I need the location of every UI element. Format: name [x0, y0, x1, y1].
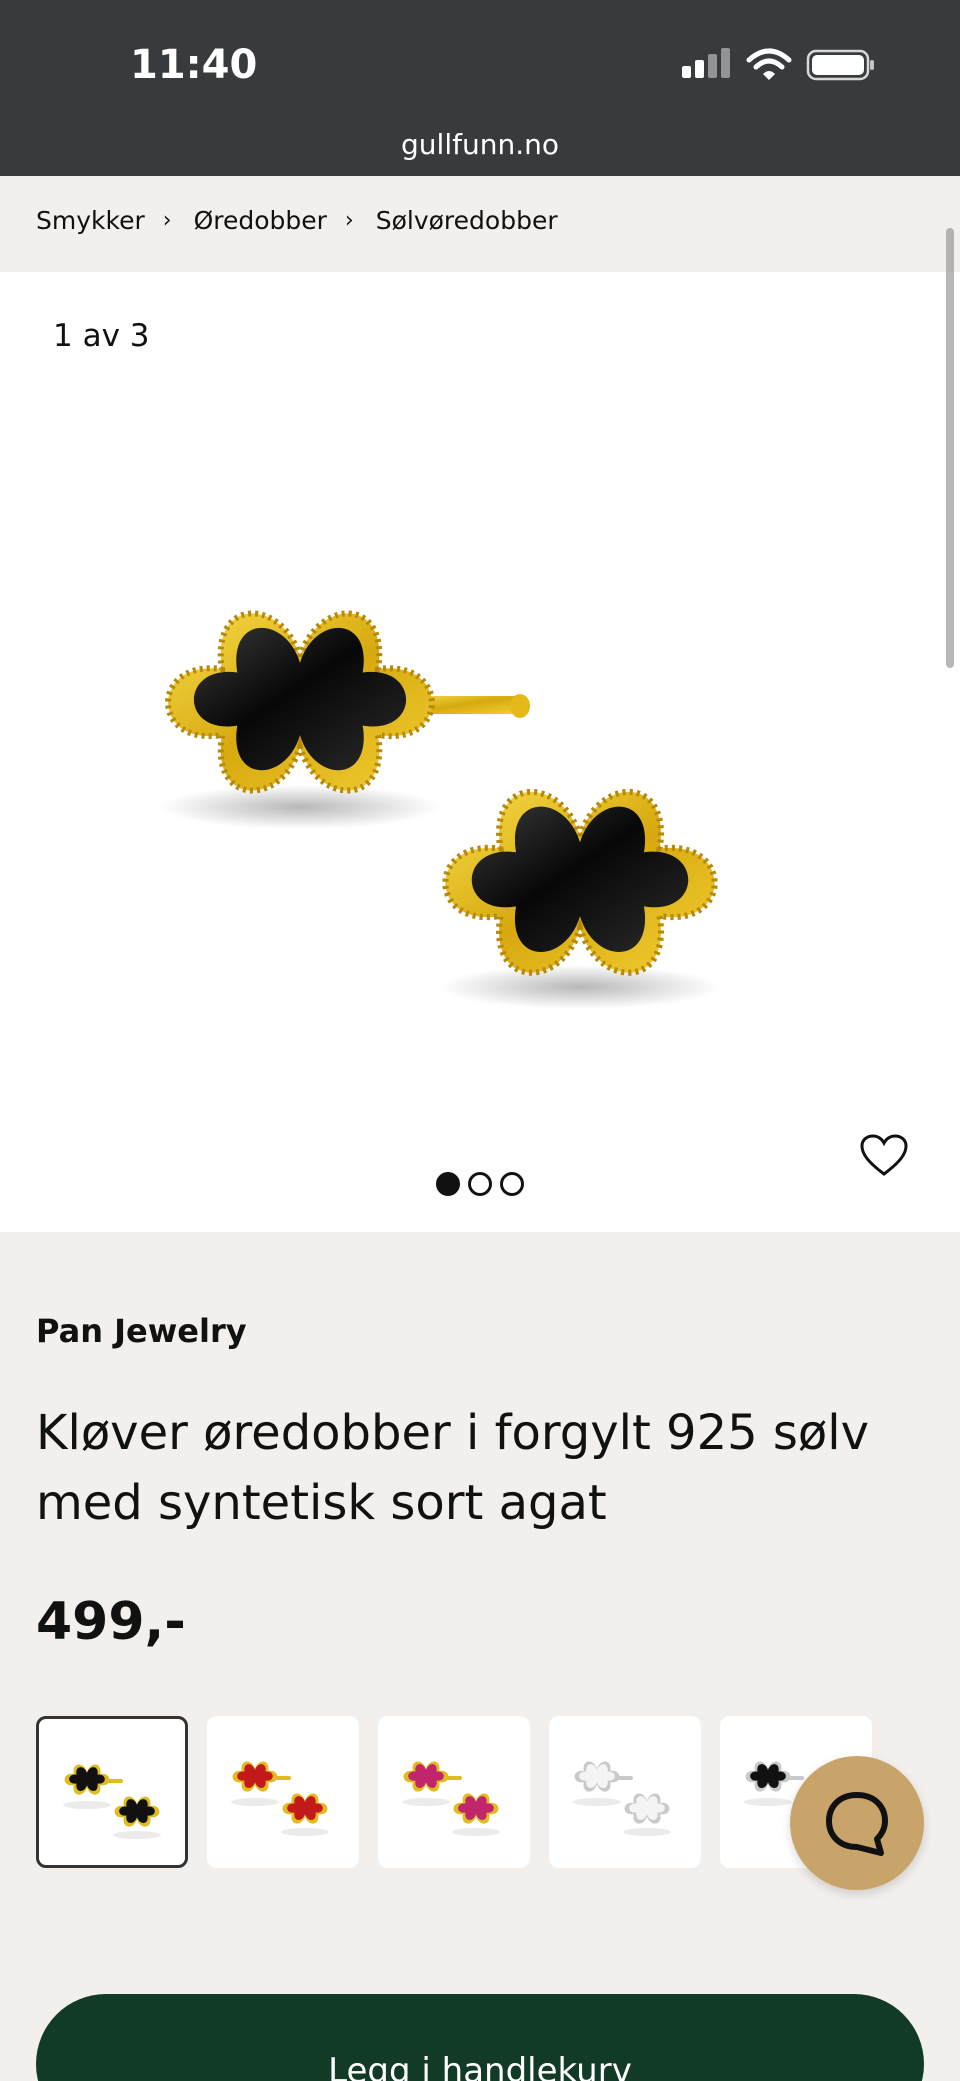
variant-thumbnail[interactable]: [378, 1716, 530, 1868]
signal-icon: [682, 48, 730, 78]
gallery-counter: 1 av 3: [53, 318, 150, 354]
chat-button[interactable]: [790, 1756, 924, 1890]
browser-url[interactable]: gullfunn.no: [0, 128, 960, 161]
gallery-dot-3[interactable]: [500, 1172, 524, 1196]
breadcrumb-oredobber[interactable]: Øredobber: [194, 206, 327, 235]
variant-thumbnail[interactable]: [36, 1716, 188, 1868]
product-brand[interactable]: Pan Jewelry: [36, 1312, 247, 1350]
variant-thumbnail[interactable]: [549, 1716, 701, 1868]
product-gallery[interactable]: 1 av 3: [0, 272, 960, 1232]
heart-icon[interactable]: [860, 1134, 908, 1178]
chevron-right-icon: ›: [162, 207, 172, 233]
gallery-dot-2[interactable]: [468, 1172, 492, 1196]
variant-thumbnail[interactable]: [207, 1716, 359, 1868]
gallery-dot-1[interactable]: [436, 1172, 460, 1196]
page-scrollbar[interactable]: [946, 228, 954, 668]
breadcrumb-solvoredobber[interactable]: Sølvøredobber: [376, 206, 558, 235]
add-to-cart-button[interactable]: Legg i handlekurv: [36, 1994, 924, 2081]
wifi-icon: [746, 48, 792, 80]
variant-image: [573, 1761, 671, 1836]
chat-icon: [826, 1792, 888, 1856]
breadcrumb: Smykker › Øredobber › Sølvøredobber: [36, 202, 558, 238]
status-time: 11:40: [130, 42, 258, 88]
chevron-right-icon: ›: [344, 207, 354, 233]
battery-icon: [806, 49, 874, 81]
product-price: 499,-: [36, 1592, 186, 1652]
product-title: Kløver øredobber i forgylt 925 sølv med …: [36, 1405, 870, 1531]
browser-top-bar: 11:40 gullfunn.no: [0, 0, 960, 176]
product-image[interactable]: [150, 472, 790, 1092]
breadcrumb-smykker[interactable]: Smykker: [36, 206, 145, 235]
variant-image: [63, 1764, 161, 1839]
variant-image: [231, 1761, 329, 1836]
variant-image: [402, 1761, 500, 1836]
gallery-pagination: [436, 1172, 524, 1196]
